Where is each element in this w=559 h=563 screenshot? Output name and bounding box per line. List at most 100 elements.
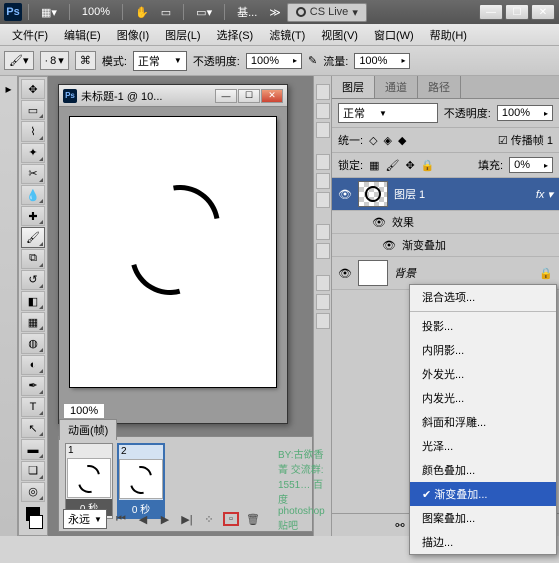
bridge-icon[interactable]: ▦▾ — [35, 4, 63, 21]
unify-icon-3[interactable]: ◆ — [398, 134, 406, 147]
gradient-tool[interactable]: ▦ — [21, 312, 45, 332]
eraser-tool[interactable]: ◧ — [21, 291, 45, 311]
mi-inner-glow[interactable]: 内发光... — [410, 386, 556, 410]
frame-1[interactable]: 1 0 秒 — [65, 443, 113, 519]
visibility-icon[interactable]: 👁 — [372, 216, 386, 229]
history-brush-tool[interactable]: ↺ — [21, 270, 45, 290]
next-frame-button[interactable]: ▶| — [179, 512, 195, 526]
lock-transparent-icon[interactable]: ▦ — [369, 159, 379, 172]
pen-tool[interactable]: ✒ — [21, 376, 45, 396]
minimize-button[interactable]: — — [479, 4, 503, 20]
view-icon[interactable]: ▭ — [155, 4, 177, 21]
loop-dropdown[interactable]: 永远▼ — [63, 509, 107, 529]
heal-tool[interactable]: ✚ — [21, 206, 45, 226]
wand-tool[interactable]: ✦ — [21, 143, 45, 163]
hand-icon[interactable]: ✋ — [129, 4, 155, 21]
play-button[interactable]: ▶ — [157, 512, 173, 526]
dodge-tool[interactable]: ◐ — [21, 355, 45, 375]
frame-2[interactable]: 2 0 秒 — [117, 443, 165, 519]
layer-gradient-overlay[interactable]: 👁 渐变叠加 — [332, 234, 559, 257]
visibility-icon[interactable]: 👁 — [338, 188, 352, 201]
prev-frame-button[interactable]: ◀ — [135, 512, 151, 526]
tab-paths[interactable]: 路径 — [418, 76, 461, 98]
first-frame-button[interactable]: ⏮ — [113, 512, 129, 526]
delete-frame-button[interactable]: 🗑 — [245, 512, 261, 526]
menu-file[interactable]: 文件(F) — [4, 25, 56, 45]
mini-panel-7[interactable] — [316, 224, 330, 240]
tablet-opacity-icon[interactable]: ✎ — [308, 54, 317, 67]
layer-effects[interactable]: 👁 效果 — [332, 211, 559, 234]
tab-layers[interactable]: 图层 — [332, 76, 375, 98]
mi-pattern-overlay[interactable]: 图案叠加... — [410, 506, 556, 530]
animation-tab[interactable]: 动画(帧) — [59, 419, 117, 440]
tool-preset[interactable]: 🖌▾ — [4, 51, 34, 70]
collapse-icon[interactable]: ▸ — [2, 80, 16, 98]
brush-tool[interactable]: 🖌 — [21, 227, 45, 247]
mi-bevel[interactable]: 斜面和浮雕... — [410, 410, 556, 434]
lasso-tool[interactable]: ⌇ — [21, 121, 45, 141]
mi-drop-shadow[interactable]: 投影... — [410, 314, 556, 338]
brush-size[interactable]: ·8▾ — [40, 51, 69, 70]
menu-layer[interactable]: 图层(L) — [157, 25, 208, 45]
layer-blend-mode[interactable]: 正常▼ — [338, 103, 438, 123]
doc-zoom[interactable]: 100% — [63, 403, 105, 419]
mi-outer-glow[interactable]: 外发光... — [410, 362, 556, 386]
stamp-tool[interactable]: ⧉ — [21, 249, 45, 269]
menu-help[interactable]: 帮助(H) — [422, 25, 475, 45]
brush-panel-toggle[interactable]: ⌘ — [75, 51, 96, 70]
screen-mode-icon[interactable]: ▭▾ — [190, 4, 218, 21]
mini-panel-11[interactable] — [316, 313, 330, 329]
path-tool[interactable]: ↖ — [21, 418, 45, 438]
menu-select[interactable]: 选择(S) — [209, 25, 262, 45]
visibility-icon[interactable]: 👁 — [338, 267, 352, 280]
new-frame-button[interactable]: ▫ — [223, 512, 239, 526]
cslive-button[interactable]: CS Live▾ — [287, 3, 367, 22]
menu-window[interactable]: 窗口(W) — [366, 25, 422, 45]
camera-tool[interactable]: ◎ — [21, 482, 45, 502]
mini-panel-5[interactable] — [316, 173, 330, 189]
eyedropper-tool[interactable]: 💧 — [21, 185, 45, 205]
mini-panel-4[interactable] — [316, 154, 330, 170]
zoom-level[interactable]: 100% — [76, 4, 116, 20]
mi-color-overlay[interactable]: 颜色叠加... — [410, 458, 556, 482]
close-button[interactable]: ✕ — [531, 4, 555, 20]
background-color[interactable] — [29, 515, 43, 529]
doc-minimize[interactable]: — — [215, 89, 237, 103]
blur-tool[interactable]: ◍ — [21, 333, 45, 353]
menu-filter[interactable]: 滤镜(T) — [261, 25, 313, 45]
crop-tool[interactable]: ✂ — [21, 164, 45, 184]
propagate-label[interactable]: 传播帧 1 — [511, 135, 553, 147]
tab-channels[interactable]: 通道 — [375, 76, 418, 98]
tween-button[interactable]: ⁘ — [201, 512, 217, 526]
move-tool[interactable]: ✥ — [21, 79, 45, 99]
mi-gradient-overlay[interactable]: ✔ 渐变叠加... — [410, 482, 556, 506]
mi-inner-shadow[interactable]: 内阴影... — [410, 338, 556, 362]
layer-fill[interactable]: 0%▸ — [509, 157, 553, 173]
mi-stroke[interactable]: 描边... — [410, 530, 556, 554]
opacity-input[interactable]: 100%▸ — [246, 53, 302, 69]
unify-icon-1[interactable]: ◇ — [369, 134, 377, 147]
layer-1[interactable]: 👁 图层 1 fx ▾ — [332, 178, 559, 211]
menu-image[interactable]: 图像(I) — [109, 25, 157, 45]
mini-panel-10[interactable] — [316, 294, 330, 310]
3d-tool[interactable]: ❏ — [21, 461, 45, 481]
lock-position-icon[interactable]: ✥ — [405, 159, 414, 172]
type-tool[interactable]: T — [21, 397, 45, 417]
doc-close[interactable]: ✕ — [261, 89, 283, 103]
mini-panel-9[interactable] — [316, 275, 330, 291]
doc-maximize[interactable]: ☐ — [238, 89, 260, 103]
expand-icon[interactable]: ≫ — [263, 4, 287, 21]
link-icon[interactable]: ⚯ — [391, 518, 409, 532]
mini-panel-8[interactable] — [316, 243, 330, 259]
menu-view[interactable]: 视图(V) — [313, 25, 366, 45]
workspace-label[interactable]: 基... — [231, 2, 263, 22]
shape-tool[interactable]: ▬ — [21, 439, 45, 459]
menu-edit[interactable]: 编辑(E) — [56, 25, 109, 45]
mini-panel-1[interactable] — [316, 84, 330, 100]
layer-opacity[interactable]: 100%▸ — [497, 105, 553, 121]
mini-panel-6[interactable] — [316, 192, 330, 208]
lock-all-icon[interactable]: 🔒 — [421, 159, 435, 172]
visibility-icon[interactable]: 👁 — [382, 239, 396, 252]
blend-mode-dropdown[interactable]: 正常▼ — [133, 51, 187, 71]
canvas[interactable] — [70, 117, 276, 387]
